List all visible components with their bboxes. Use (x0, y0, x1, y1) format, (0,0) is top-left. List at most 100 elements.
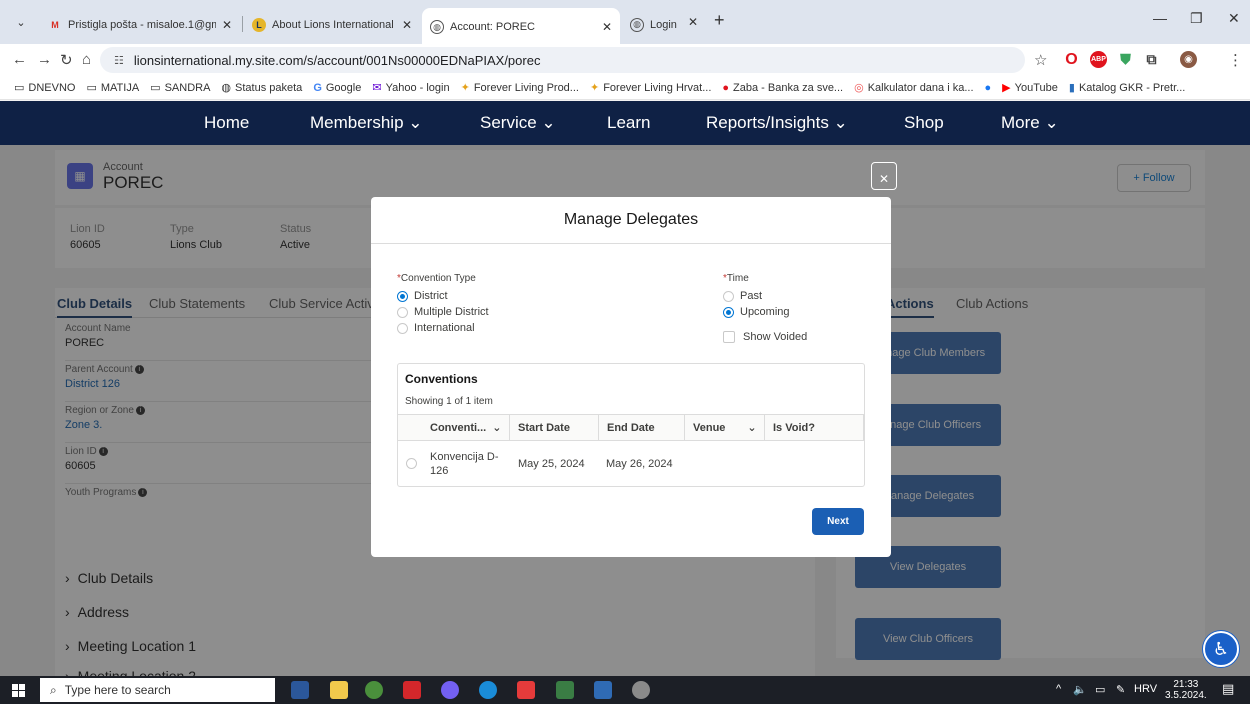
globe-icon: ◍ (430, 20, 444, 34)
yahoo-mail-icon: ✉ (372, 82, 382, 94)
row-select-radio[interactable] (406, 458, 417, 469)
url-bar[interactable]: ☷ lionsinternational.my.site.com/s/accou… (100, 47, 1025, 73)
radio-past[interactable]: Past (723, 290, 762, 302)
edge-icon[interactable] (479, 681, 497, 699)
radio-international[interactable]: International (397, 322, 475, 334)
column-header-end-date[interactable]: End Date (599, 414, 685, 441)
windows-start-icon[interactable] (12, 684, 25, 697)
column-header-venue[interactable]: Venue ⌄ (685, 414, 765, 441)
close-tab-icon[interactable]: ✕ (402, 18, 412, 32)
browser-tab-bar: ⌄ M Pristigla pošta - misaloe.1@gm ✕ L A… (0, 0, 1250, 46)
bookmark-item[interactable]: ◍ Status paketa (221, 81, 302, 95)
chevron-down-icon: ⌄ (747, 422, 757, 434)
accessibility-icon[interactable]: ♿ (1203, 631, 1239, 667)
bookmark-item[interactable]: ▶ YouTube (1002, 81, 1058, 95)
notifications-icon[interactable]: ▤ (1222, 681, 1234, 697)
radio-multiple-district[interactable]: Multiple District (397, 306, 489, 318)
clock[interactable]: 21:33 3.5.2024. (1165, 679, 1207, 701)
minimize-icon[interactable]: — (1153, 10, 1167, 26)
close-icon: ✕ (878, 172, 890, 186)
app-icon[interactable] (291, 681, 309, 699)
pen-icon[interactable]: ✎ (1116, 683, 1125, 696)
bookmark-item[interactable]: ◎ Kalkulator dana i ka... (854, 81, 973, 95)
close-tab-icon[interactable]: ✕ (688, 15, 698, 29)
opera-icon[interactable]: O (1063, 51, 1080, 68)
app-icon[interactable] (556, 681, 574, 699)
menu-icon[interactable]: ⋮ (1228, 51, 1243, 69)
item-count: Showing 1 of 1 item (405, 396, 493, 407)
shield-icon[interactable]: ⛊ (1117, 51, 1134, 68)
tab-title: Account: POREC (450, 21, 535, 33)
language-indicator[interactable]: HRV (1134, 683, 1157, 695)
bookmark-item[interactable]: ▮ Katalog GKR - Pretr... (1069, 81, 1185, 95)
bookmark-item[interactable]: ✦ Forever Living Prod... (460, 81, 579, 95)
back-icon[interactable]: ← (12, 51, 27, 68)
cell-end-date: May 26, 2024 (606, 458, 673, 470)
nav-shop[interactable]: Shop (904, 113, 944, 133)
bookmark-star-icon[interactable]: ☆ (1034, 51, 1047, 69)
forever-living-icon: ✦ (589, 82, 600, 94)
google-icon: G (313, 81, 322, 94)
forever-living-icon: ✦ (460, 82, 470, 94)
extensions-icon[interactable]: ⧉ (1143, 51, 1160, 68)
taskbar-search[interactable]: ⌕ Type here to search (40, 678, 275, 702)
close-modal-button[interactable]: ✕ (871, 162, 897, 190)
tab-account-porec[interactable]: ◍ Account: POREC ✕ (422, 8, 620, 46)
file-explorer-icon[interactable] (330, 681, 348, 699)
bookmark-item[interactable]: ✉ Yahoo - login (372, 81, 449, 95)
calculator-icon: ◎ (854, 82, 864, 94)
bookmark-item[interactable]: G Google (313, 82, 361, 94)
column-header-start-date[interactable]: Start Date (510, 414, 599, 441)
nav-membership[interactable]: Membership ⌄ (310, 113, 423, 133)
nav-home[interactable]: Home (204, 113, 249, 133)
reload-icon[interactable]: ↻ (60, 51, 73, 69)
avatar[interactable]: ◉ (1180, 51, 1197, 68)
column-header-convention[interactable]: Conventi... ⌄ (398, 414, 510, 441)
nav-more[interactable]: More ⌄ (1001, 113, 1059, 133)
chrome-icon[interactable] (365, 681, 383, 699)
nav-reports[interactable]: Reports/Insights ⌄ (706, 113, 848, 133)
site-info-icon[interactable]: ☷ (114, 54, 124, 67)
tab-search-icon[interactable]: ⌄ (10, 12, 32, 34)
next-button[interactable]: Next (812, 508, 864, 535)
paint-icon[interactable] (632, 681, 650, 699)
site-nav: Home Membership ⌄ Service ⌄ Learn Report… (0, 101, 1250, 145)
nav-service[interactable]: Service ⌄ (480, 113, 556, 133)
viber-icon[interactable] (441, 681, 459, 699)
close-tab-icon[interactable]: ✕ (222, 18, 232, 32)
acrobat-icon[interactable] (403, 681, 421, 699)
nav-learn[interactable]: Learn (607, 113, 650, 133)
calculator-icon[interactable] (594, 681, 612, 699)
bookmark-item[interactable]: ● (985, 82, 992, 94)
show-voided-checkbox[interactable]: Show Voided (723, 331, 807, 343)
close-window-icon[interactable]: ✕ (1228, 10, 1240, 27)
radio-upcoming[interactable]: Upcoming (723, 306, 790, 318)
bookmark-item[interactable]: ✦ Forever Living Hrvat... (589, 81, 711, 95)
new-tab-icon[interactable]: + (714, 10, 725, 31)
maximize-icon[interactable]: ❐ (1190, 10, 1203, 27)
close-tab-icon[interactable]: ✕ (602, 20, 612, 34)
globe-icon: ◍ (630, 17, 644, 32)
conventions-title: Conventions (405, 372, 478, 386)
tab-gmail[interactable]: M Pristigla pošta - misaloe.1@gm ✕ (40, 11, 240, 38)
radio-district[interactable]: District (397, 290, 448, 302)
modal-title: Manage Delegates (371, 197, 891, 244)
bookmark-item[interactable]: ▭ SANDRA (150, 81, 210, 95)
app-icon[interactable] (517, 681, 535, 699)
column-header-is-void[interactable]: Is Void? (765, 414, 864, 441)
bookmark-item[interactable]: ▭ MATIJA (86, 81, 139, 95)
tray-chevron-up-icon[interactable]: ^ (1056, 683, 1061, 695)
bookmark-item[interactable]: ▭ DNEVNO (14, 81, 75, 95)
adblock-icon[interactable]: ABP (1090, 51, 1107, 68)
bookmark-item[interactable]: ● Zaba - Banka za sve... (722, 82, 843, 94)
volume-icon[interactable]: 🔈 (1073, 683, 1087, 696)
network-icon[interactable]: ▭ (1095, 683, 1105, 696)
time-label: *Time (723, 273, 749, 284)
forward-icon[interactable]: → (37, 51, 52, 68)
facebook-icon: ● (984, 81, 992, 94)
tab-lions[interactable]: L About Lions International | Lion ✕ (244, 11, 420, 38)
home-icon[interactable]: ⌂ (82, 51, 91, 68)
search-icon: ⌕ (50, 682, 57, 697)
url-text: lionsinternational.my.site.com/s/account… (133, 52, 541, 68)
folder-icon: ▭ (86, 82, 97, 94)
